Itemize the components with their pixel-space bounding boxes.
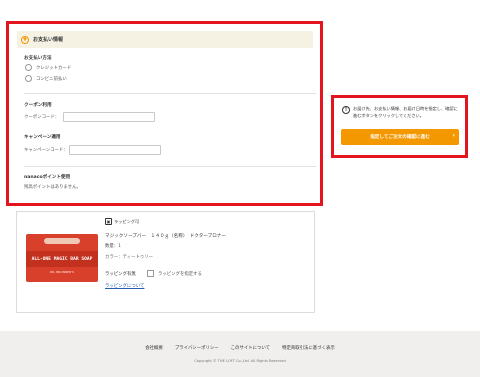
footer-link-about-site[interactable]: このサイトについて: [231, 345, 270, 351]
product-image-label: ALL-ONE MAGIC BAR SOAP: [31, 256, 93, 262]
footer-link-privacy[interactable]: プライバシーポリシー: [175, 345, 219, 351]
footer-links: 会社概要 プライバシーポリシー このサイトについて 特定商取引法に基づく表示: [0, 345, 480, 351]
product-color: カラー：ティートゥリー: [105, 255, 154, 260]
copyright-text: Copyright © THE LOFT Co.,Ltd. All Rights…: [194, 359, 286, 363]
footer-link-commercial-law[interactable]: 特定商取引法に基づく表示: [282, 345, 335, 351]
cart-item-card: ALL-ONE MAGIC BAR SOAP DR. BRONNER'S ▣ ラ…: [16, 211, 315, 313]
campaign-row: キャンペーンコード：: [24, 145, 161, 155]
payment-option-convenience-store[interactable]: コンビニ前払い: [25, 75, 67, 82]
product-image-brand: DR. BRONNER'S: [50, 270, 74, 274]
radio-button[interactable]: [25, 64, 32, 71]
payment-info-title: お支払い情報: [33, 37, 64, 43]
info-circle-icon: ¥: [21, 35, 29, 44]
nanaco-title: nanacoポイント使用: [24, 175, 71, 180]
order-notice-text: お届け先、お支払い情報、お届け日時を指定し、確認に進むボタンをクリックしてくださ…: [353, 106, 458, 118]
campaign-title: キャンペーン適用: [24, 135, 61, 140]
chevron-right-icon: ›: [452, 132, 455, 139]
product-image-band: ALL-ONE MAGIC BAR SOAP: [26, 251, 98, 267]
nanaco-balance-note: 残高ポイントはありません。: [24, 185, 81, 190]
order-notice-panel: ! お届け先、お支払い情報、お届け日時を指定し、確認に進むボタンをクリックしてく…: [331, 95, 468, 158]
exclamation-circle-icon: !: [342, 106, 350, 114]
product-name: マジックソープバー １４０ｇ（名称） ドクターブロナー: [105, 234, 226, 239]
wrapping-badge-text: ラッピング可: [114, 218, 140, 224]
payment-option-label: クレジットカード: [36, 65, 72, 71]
product-quantity: 数量：1: [105, 244, 121, 249]
payment-info-panel: ¥ お支払い情報 お支払い方法 クレジットカード コンビニ前払い クーポン利用 …: [6, 21, 323, 206]
coupon-row: クーポンコード：: [24, 112, 155, 122]
radio-button[interactable]: [25, 75, 32, 82]
confirm-order-label: 指定してご注文の確認に進む: [370, 135, 430, 140]
wrapping-info-link[interactable]: ラッピングについて: [105, 283, 144, 289]
wrapping-checkbox[interactable]: [147, 270, 154, 277]
confirm-order-button[interactable]: 指定してご注文の確認に進む ›: [341, 129, 459, 145]
coupon-code-input[interactable]: [63, 112, 155, 122]
wrapping-row: ラッピング有無 ラッピングを指定する: [105, 270, 202, 277]
gift-icon: ▣: [105, 218, 112, 225]
section-divider: [24, 93, 316, 94]
product-image: ALL-ONE MAGIC BAR SOAP DR. BRONNER'S: [26, 234, 98, 282]
wrapping-checkbox-label[interactable]: ラッピングを指定する: [158, 271, 202, 277]
coupon-label: クーポンコード：: [24, 115, 60, 120]
wrapping-badge: ▣ ラッピング可: [105, 218, 139, 225]
order-notice: ! お届け先、お支払い情報、お届け日時を指定し、確認に進むボタンをクリックしてく…: [342, 106, 460, 119]
payment-info-header: ¥ お支払い情報: [17, 31, 313, 48]
section-divider: [24, 166, 316, 167]
wrapping-label: ラッピング有無: [105, 271, 136, 277]
footer-link-company[interactable]: 会社概要: [145, 345, 163, 351]
product-image-top: [44, 238, 80, 244]
payment-method-title: お支払い方法: [24, 56, 52, 61]
site-footer: 会社概要 プライバシーポリシー このサイトについて 特定商取引法に基づく表示 C…: [0, 331, 480, 377]
payment-option-credit-card[interactable]: クレジットカード: [25, 64, 71, 71]
campaign-code-input[interactable]: [69, 145, 161, 155]
coupon-title: クーポン利用: [24, 103, 52, 108]
campaign-label: キャンペーンコード：: [24, 148, 68, 153]
payment-option-label: コンビニ前払い: [36, 76, 67, 82]
